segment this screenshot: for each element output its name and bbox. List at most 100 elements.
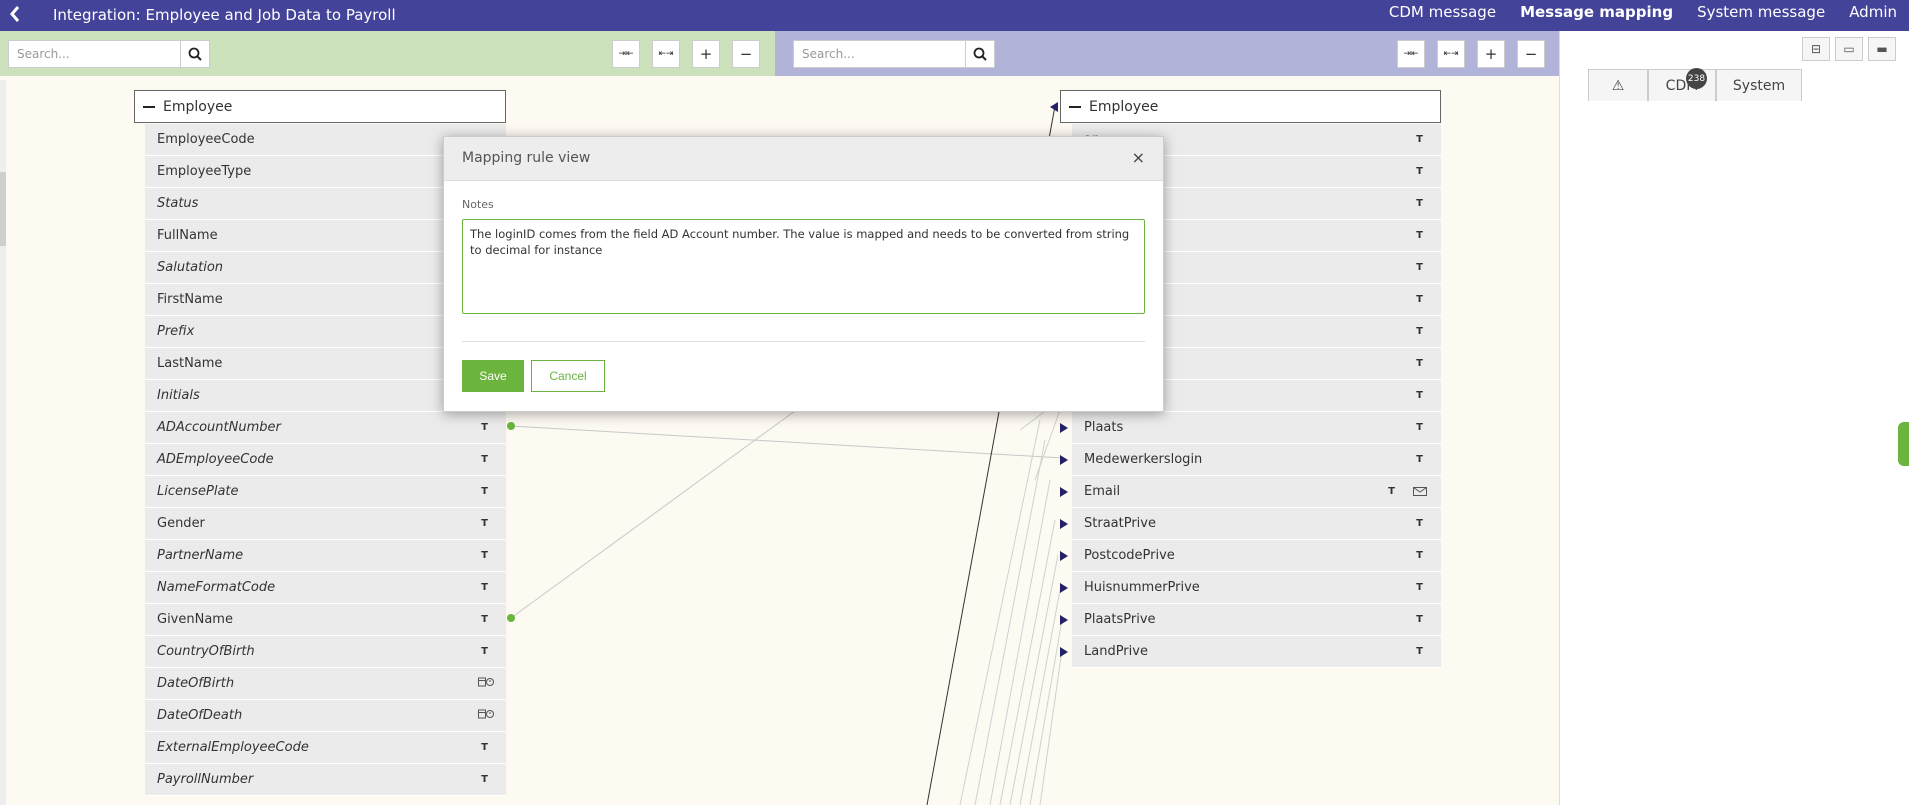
right-field-row[interactable]: StraatPrive T	[1060, 508, 1441, 540]
text-type-icon: T	[481, 614, 488, 625]
window-icon[interactable]: ▭	[1835, 37, 1863, 61]
text-type-icon: T	[481, 422, 488, 433]
text-type-icon: T	[1416, 550, 1423, 561]
mapping-arrow-icon	[1060, 614, 1068, 625]
field-name: Salutation	[157, 260, 224, 275]
text-type-icon: T	[1416, 518, 1423, 529]
panel-toggle-handle[interactable]	[1898, 422, 1909, 466]
field-name: FullName	[157, 228, 218, 243]
left-field-row[interactable]: LicensePlate T	[145, 476, 506, 508]
collapse-icon[interactable]	[1069, 105, 1081, 108]
mapping-arrow-icon	[1060, 582, 1068, 593]
tab-warnings[interactable]: ⚠	[1588, 69, 1648, 101]
text-type-icon: T	[481, 518, 488, 529]
mapping-rule-modal: Mapping rule view × Notes The loginID co…	[443, 136, 1164, 412]
mapping-arrow-icon	[1060, 422, 1068, 433]
text-type-icon: T	[481, 550, 488, 561]
field-name: Prefix	[157, 324, 195, 339]
field-name: HuisnummerPrive	[1084, 580, 1200, 595]
date-type-icon	[478, 709, 494, 722]
text-type-icon: T	[1416, 454, 1423, 465]
split-view-icon[interactable]: ⊟	[1802, 37, 1830, 61]
text-type-icon: T	[1416, 326, 1423, 337]
side-panel: ⊟ ▭ ▬ ⚠ CDM 238 System	[1559, 31, 1909, 805]
text-type-icon: T	[1416, 262, 1423, 273]
right-entity-title: Employee	[1089, 98, 1159, 115]
right-field-row[interactable]: Plaats T	[1060, 412, 1441, 444]
right-entity-header[interactable]: Employee	[1060, 90, 1441, 123]
text-type-icon: T	[1416, 294, 1423, 305]
field-name: StraatPrive	[1084, 516, 1156, 531]
modal-header: Mapping rule view ×	[444, 137, 1163, 181]
left-field-row[interactable]: ADEmployeeCode T	[145, 444, 506, 476]
left-field-row[interactable]: DateOfBirth	[145, 668, 506, 700]
right-field-row[interactable]: PostcodePrive T	[1060, 540, 1441, 572]
field-name: PlaatsPrive	[1084, 612, 1156, 627]
left-field-row[interactable]: PayrollNumber T	[145, 764, 506, 796]
field-name: GivenName	[157, 612, 233, 627]
left-entity-header[interactable]: Employee	[134, 90, 506, 123]
field-name: Plaats	[1084, 420, 1124, 435]
text-type-icon: T	[481, 582, 488, 593]
field-name: PayrollNumber	[157, 772, 254, 787]
field-name: Status	[157, 196, 199, 211]
text-type-icon: T	[481, 486, 488, 497]
left-field-row[interactable]: ExternalEmployeeCode T	[145, 732, 506, 764]
right-field-row[interactable]: HuisnummerPrive T	[1060, 572, 1441, 604]
right-field-row[interactable]: LandPrive T	[1060, 636, 1441, 668]
mapping-arrow-icon	[1060, 550, 1068, 561]
modal-divider	[462, 341, 1145, 342]
text-type-icon: T	[481, 646, 488, 657]
text-type-icon: T	[481, 774, 488, 785]
text-type-icon: T	[1388, 486, 1395, 497]
mapping-arrow-icon	[1060, 454, 1068, 465]
nav-system-message[interactable]: System message	[1685, 0, 1837, 31]
right-field-row[interactable]: Email T	[1060, 476, 1441, 508]
field-name: ExternalEmployeeCode	[157, 740, 309, 755]
field-name: DateOfDeath	[157, 708, 243, 723]
left-field-row[interactable]: CountryOfBirth T	[145, 636, 506, 668]
left-field-row[interactable]: GivenName T	[145, 604, 506, 636]
field-name: Gender	[157, 516, 205, 531]
field-name: CountryOfBirth	[157, 644, 255, 659]
date-type-icon	[478, 677, 494, 690]
text-type-icon: T	[1416, 646, 1423, 657]
text-type-icon: T	[1416, 134, 1423, 145]
minimize-icon[interactable]: ▬	[1868, 37, 1896, 61]
cancel-button[interactable]: Cancel	[531, 360, 605, 392]
left-field-row[interactable]: NameFormatCode T	[145, 572, 506, 604]
text-type-icon: T	[1416, 390, 1423, 401]
left-field-row[interactable]: PartnerName T	[145, 540, 506, 572]
left-field-row[interactable]: DateOfDeath	[145, 700, 506, 732]
mapping-arrow-icon	[1060, 646, 1068, 657]
collapse-icon[interactable]	[143, 105, 155, 108]
text-type-icon: T	[481, 454, 488, 465]
text-type-icon: T	[1416, 230, 1423, 241]
tab-system[interactable]: System	[1716, 69, 1802, 101]
tab-cdm[interactable]: CDM 238	[1648, 68, 1716, 101]
text-type-icon: T	[481, 742, 488, 753]
notes-label: Notes	[462, 198, 494, 211]
field-name: LandPrive	[1084, 644, 1148, 659]
field-name: ADEmployeeCode	[157, 452, 274, 467]
close-icon[interactable]: ×	[1132, 148, 1145, 167]
right-field-row[interactable]: Medewerkerslogin T	[1060, 444, 1441, 476]
email-icon	[1413, 485, 1427, 499]
field-name: DateOfBirth	[157, 676, 235, 691]
mapping-arrow-icon	[1060, 486, 1068, 497]
text-type-icon: T	[1416, 198, 1423, 209]
text-type-icon: T	[1416, 614, 1423, 625]
text-type-icon: T	[1416, 582, 1423, 593]
text-type-icon: T	[1416, 166, 1423, 177]
field-name: NameFormatCode	[157, 580, 276, 595]
left-entity-title: Employee	[163, 98, 233, 115]
left-field-row[interactable]: ADAccountNumber T	[145, 412, 506, 444]
right-field-row[interactable]: PlaatsPrive T	[1060, 604, 1441, 636]
field-name: LastName	[157, 356, 223, 371]
notes-textarea[interactable]: The loginID comes from the field AD Acco…	[462, 219, 1145, 314]
save-button[interactable]: Save	[462, 360, 524, 392]
nav-admin[interactable]: Admin	[1837, 0, 1909, 31]
left-field-row[interactable]: Gender T	[145, 508, 506, 540]
field-name: Initials	[157, 388, 200, 403]
field-name: Medewerkerslogin	[1084, 452, 1203, 467]
